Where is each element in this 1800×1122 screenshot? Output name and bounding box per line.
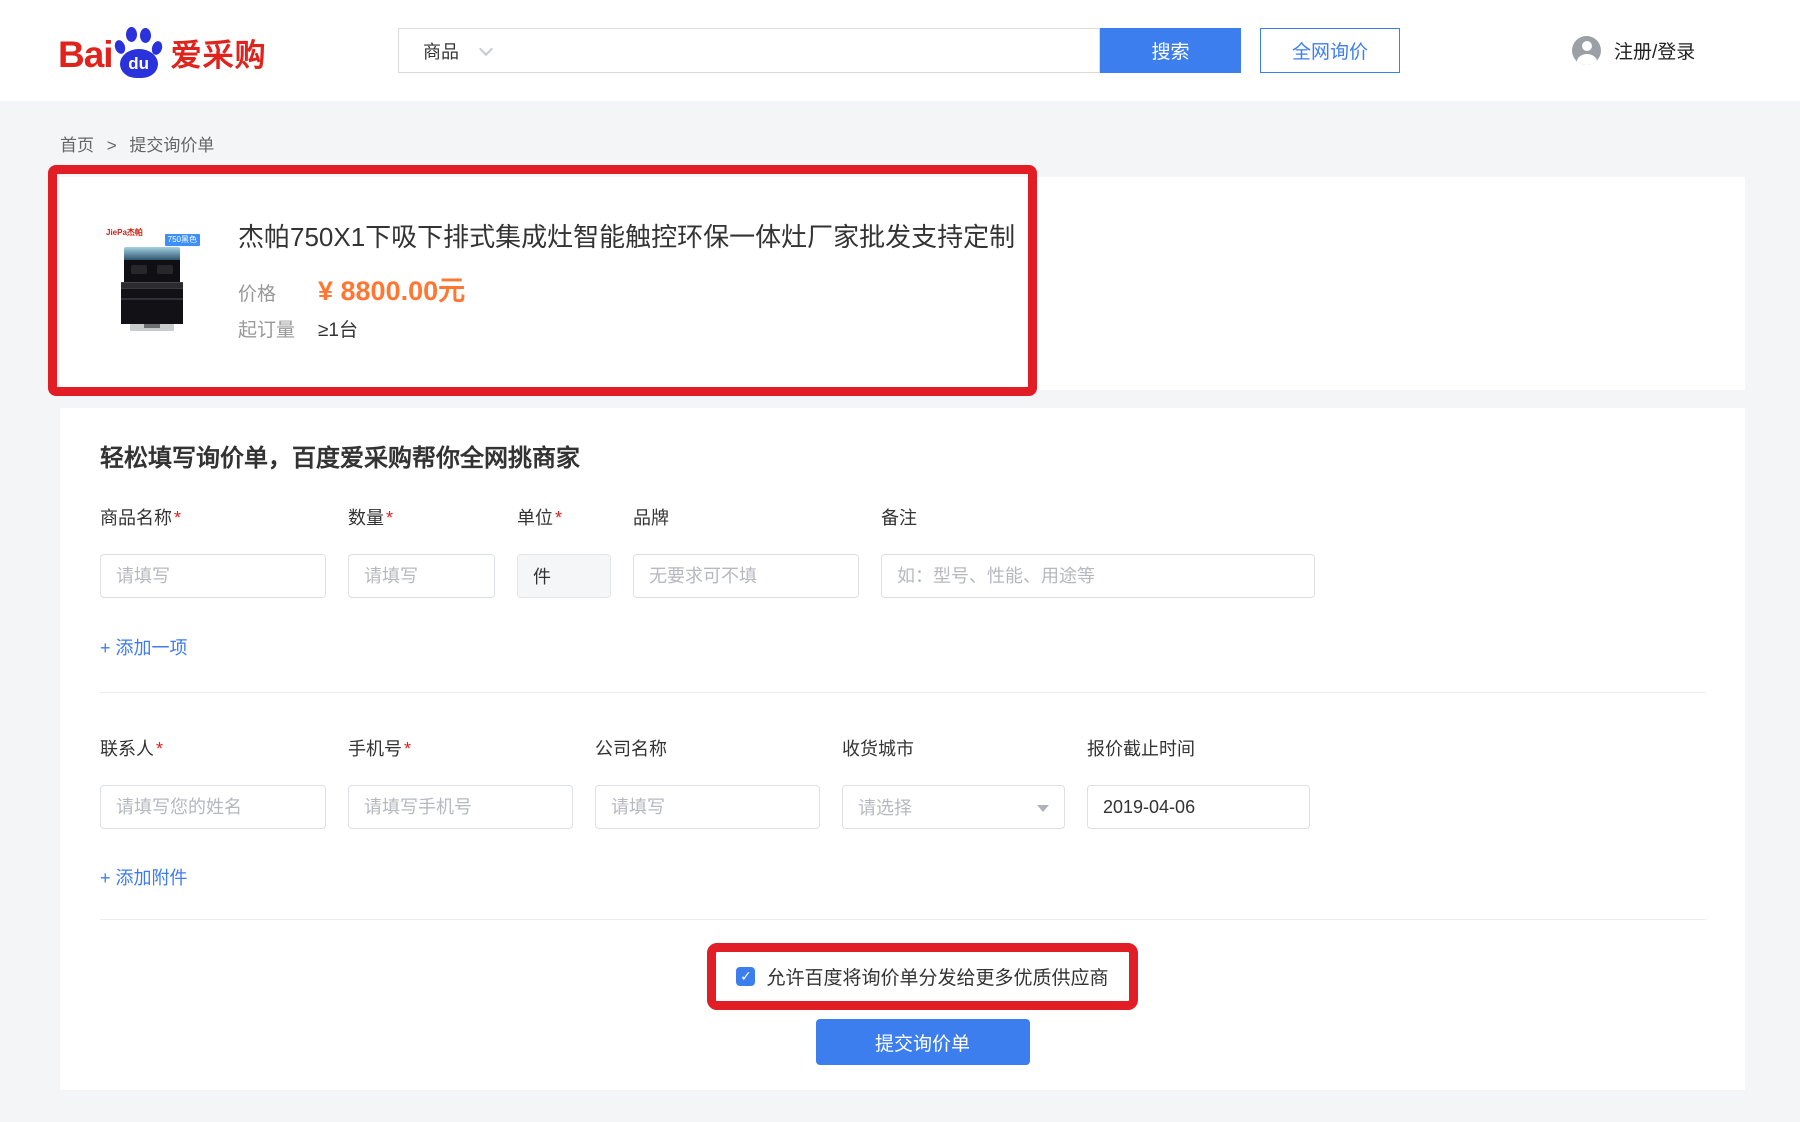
contact-label: 联系人 [100, 739, 154, 759]
moq-row: 起订量 ≥1台 [238, 315, 358, 342]
search-box: 商品 [398, 28, 1100, 73]
consent-label: 允许百度将询价单分发给更多优质供应商 [766, 963, 1108, 990]
product-name-input[interactable] [100, 554, 326, 598]
submit-row: 提交询价单 [100, 1019, 1745, 1065]
required-marker: * [404, 739, 411, 759]
moq-label: 起订量 [238, 315, 318, 342]
required-marker: * [174, 508, 181, 528]
field-remark: 备注 [881, 508, 1315, 598]
consent-row: ✓ 允许百度将询价单分发给更多优质供应商 [100, 943, 1745, 1010]
field-deadline: 报价截止时间 [1087, 739, 1310, 829]
price-value: ¥ 8800.00元 [318, 269, 465, 308]
field-product-name: 商品名称* [100, 508, 326, 598]
city-select[interactable]: 请选择 [842, 785, 1065, 829]
moq-value: ≥1台 [318, 315, 358, 342]
search-category-label: 商品 [423, 38, 459, 64]
city-select-value: 请选择 [858, 794, 912, 820]
brand-label: 品牌 [633, 508, 669, 528]
breadcrumb-current: 提交询价单 [129, 136, 214, 155]
section-divider [100, 692, 1706, 693]
search-button[interactable]: 搜索 [1100, 28, 1241, 73]
brand-input[interactable] [633, 554, 859, 598]
field-city: 收货城市 请选择 [842, 739, 1065, 829]
field-contact-name: 联系人* [100, 739, 326, 829]
deadline-label: 报价截止时间 [1087, 739, 1195, 759]
quantity-input[interactable] [348, 554, 495, 598]
price-label: 价格 [238, 279, 318, 306]
quantity-label: 数量 [348, 508, 384, 528]
submit-inquiry-button[interactable]: 提交询价单 [816, 1019, 1030, 1065]
section-divider [100, 919, 1706, 920]
breadcrumb-home[interactable]: 首页 [60, 136, 94, 155]
add-item-link[interactable]: + 添加一项 [100, 634, 188, 660]
form-row-product: 商品名称* 数量* 单位* 品牌 备注 [100, 508, 1745, 598]
product-title: 杰帕750X1下吸下排式集成灶智能触控环保一体灶厂家批发支持定制 [238, 217, 1015, 254]
form-row-contact: 联系人* 手机号* 公司名称 收货城市 请选择 报价截止时间 [100, 739, 1745, 829]
logo-bai-text: Bai [58, 30, 113, 80]
add-attachment-link[interactable]: + 添加附件 [100, 864, 188, 890]
deadline-date-input[interactable] [1087, 785, 1310, 829]
logo-brand-text: 爱采购 [171, 32, 267, 80]
form-title: 轻松填写询价单，百度爱采购帮你全网挑商家 [100, 444, 1745, 474]
breadcrumb: 首页 > 提交询价单 [60, 131, 214, 156]
search-category-dropdown[interactable]: 商品 [423, 38, 491, 64]
site-wide-inquiry-button[interactable]: 全网询价 [1260, 28, 1400, 73]
unit-label: 单位 [517, 508, 553, 528]
field-phone: 手机号* [348, 739, 573, 829]
stove-illustration [121, 247, 183, 331]
header: Bai du 爱采购 商品 搜索 全网询价 注册/登录 [0, 0, 1800, 101]
remark-input[interactable] [881, 554, 1315, 598]
search-input[interactable] [511, 31, 1099, 71]
company-input[interactable] [595, 785, 820, 829]
inquiry-form-card: 轻松填写询价单，百度爱采购帮你全网挑商家 商品名称* 数量* 单位* 品牌 备注… [60, 408, 1745, 1090]
required-marker: * [156, 739, 163, 759]
required-marker: * [555, 508, 562, 528]
phone-label: 手机号 [348, 739, 402, 759]
field-unit: 单位* [517, 508, 611, 598]
dropdown-caret-icon [1037, 805, 1049, 812]
product-image-brand-text: JiePa杰帕 [106, 227, 143, 238]
annotation-box-consent: ✓ 允许百度将询价单分发给更多优质供应商 [707, 943, 1137, 1010]
unit-input[interactable] [517, 554, 611, 598]
product-summary-card: JiePa杰帕 750黑色 杰帕750X1下吸下排式集成灶智能触控环保一体灶厂家… [60, 177, 1745, 390]
company-label: 公司名称 [595, 739, 667, 759]
price-row: 价格 ¥ 8800.00元 [238, 269, 465, 308]
chevron-down-icon [479, 41, 493, 55]
logo-du-text: du [120, 49, 158, 78]
user-avatar-icon [1572, 36, 1601, 65]
product-name-label: 商品名称 [100, 508, 172, 528]
required-marker: * [386, 508, 393, 528]
auth-entry[interactable]: 注册/登录 [1572, 36, 1695, 65]
field-quantity: 数量* [348, 508, 495, 598]
field-brand: 品牌 [633, 508, 859, 598]
field-company: 公司名称 [595, 739, 820, 829]
consent-checkbox[interactable]: ✓ [736, 967, 755, 986]
phone-input[interactable] [348, 785, 573, 829]
product-image-badge: 750黑色 [165, 234, 200, 246]
register-login-link[interactable]: 注册/登录 [1614, 37, 1695, 64]
contact-name-input[interactable] [100, 785, 326, 829]
remark-label: 备注 [881, 508, 917, 528]
breadcrumb-separator: > [107, 136, 117, 155]
baidu-paw-icon: du [115, 24, 163, 80]
baidu-aicaigou-logo[interactable]: Bai du 爱采购 [58, 22, 267, 80]
city-label: 收货城市 [842, 739, 914, 759]
check-icon: ✓ [740, 968, 752, 984]
product-image: JiePa杰帕 750黑色 [103, 219, 200, 337]
